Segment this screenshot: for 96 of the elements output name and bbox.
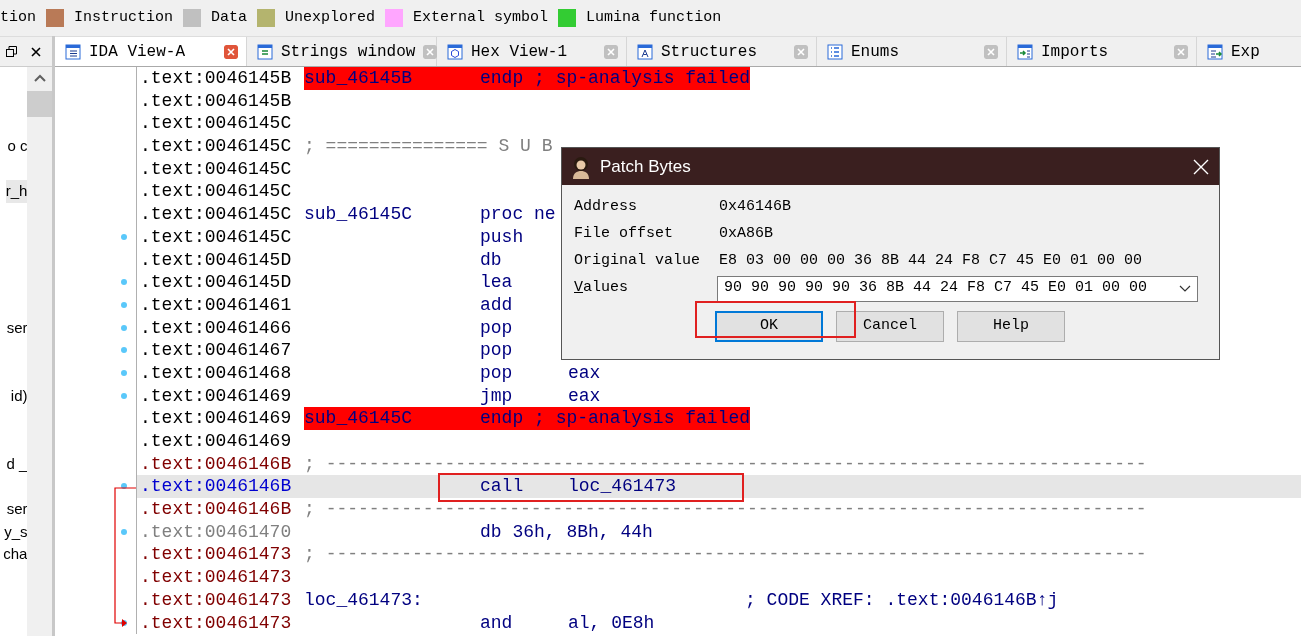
close-icon[interactable] bbox=[31, 46, 41, 57]
address: .text:0046145C bbox=[140, 225, 293, 249]
strings-icon bbox=[257, 44, 273, 60]
comment: ; CODE XREF: .text:0046146B↑j bbox=[745, 589, 1059, 610]
tab[interactable]: IDA View-A bbox=[55, 37, 247, 66]
mnemonic: pop bbox=[480, 316, 514, 340]
dropdown-caret-icon[interactable] bbox=[1179, 285, 1191, 292]
field-value: 0x46146B bbox=[719, 197, 791, 218]
field-label: File offset bbox=[574, 224, 675, 245]
field-value: 0xA86B bbox=[719, 224, 773, 245]
legend-label: Unexplored bbox=[285, 7, 376, 28]
comment: ; bbox=[304, 453, 315, 474]
function-name[interactable]: ser bbox=[6, 498, 28, 521]
function-name[interactable]: id) bbox=[10, 384, 28, 408]
mnemonic: db 36h, 8Bh, 44h bbox=[480, 520, 653, 544]
address: .text:0046145B bbox=[140, 67, 293, 90]
operand: eax bbox=[568, 385, 601, 406]
scrollbar-thumb[interactable] bbox=[27, 91, 52, 117]
address: .text:0046145C bbox=[140, 157, 293, 181]
dialog-button[interactable]: Help bbox=[957, 311, 1065, 342]
mnemonic: jmp bbox=[480, 384, 514, 408]
address: .text:00461473 bbox=[140, 588, 293, 612]
legend-label: Instruction bbox=[74, 7, 174, 28]
function-label: sub_46145B bbox=[304, 67, 414, 90]
comment: ; bbox=[304, 544, 315, 565]
address: .text:00461473 bbox=[140, 543, 293, 567]
comment: ; sp-analysis failed bbox=[534, 408, 751, 429]
address: .text:0046145C bbox=[140, 203, 293, 226]
address: .text:0046145B bbox=[140, 89, 293, 113]
mnemonic: push bbox=[480, 225, 525, 249]
mnemonic: pop bbox=[480, 339, 514, 362]
address: .text:0046145C bbox=[140, 112, 293, 136]
legend-label: Data bbox=[211, 7, 248, 28]
comment: ; =============== S U B bbox=[304, 136, 553, 157]
address: .text:00461467 bbox=[140, 339, 293, 362]
scroll-up-icon[interactable] bbox=[33, 74, 46, 82]
legend-label: tion bbox=[0, 7, 36, 28]
operand: eax bbox=[568, 362, 601, 383]
mnemonic: call bbox=[480, 475, 525, 499]
address: .text:00461468 bbox=[140, 361, 293, 385]
field-label: Values bbox=[574, 278, 630, 299]
code-label: sub_46145C bbox=[304, 203, 414, 226]
values-field[interactable]: 90 90 90 90 90 36 8B 44 24 F8 C7 45 E0 01 00 00 bbox=[717, 275, 1198, 302]
function-name[interactable]: o c bbox=[7, 135, 28, 158]
operand: al, 0E8h bbox=[568, 612, 655, 633]
structure-icon bbox=[637, 44, 653, 60]
code-label: loc_461473: bbox=[304, 588, 424, 612]
list-icon bbox=[827, 44, 843, 60]
field-value: E8 03 00 00 00 36 8B 44 24 F8 C7 45 E0 01 00 00 bbox=[719, 251, 1143, 272]
function-name[interactable]: ser bbox=[6, 316, 28, 340]
address: .text:0046145C bbox=[140, 135, 293, 158]
address: .text:00461461 bbox=[140, 293, 293, 317]
field-label: Original value bbox=[574, 251, 702, 272]
mnemonic: pop bbox=[480, 361, 514, 385]
legend-label: Lumina function bbox=[586, 7, 722, 28]
mnemonic: db bbox=[480, 248, 503, 272]
field-label: Address bbox=[574, 197, 638, 218]
separator-rule: ---------------------------------------------------------------------------- bbox=[325, 544, 1147, 565]
address: .text:00461469 bbox=[140, 407, 293, 430]
dialog-button[interactable]: Cancel bbox=[836, 311, 944, 342]
mnemonic: and bbox=[480, 611, 514, 635]
address: .text:00461469 bbox=[140, 430, 293, 453]
function-label: sub_46145C bbox=[304, 407, 414, 430]
address: .text:0046146B bbox=[140, 452, 293, 476]
function-name[interactable]: d _ bbox=[6, 452, 28, 476]
restore-icon[interactable] bbox=[6, 46, 17, 57]
dialog-button[interactable]: OK bbox=[715, 311, 823, 342]
mnemonic: lea bbox=[480, 271, 514, 294]
address: .text:00461466 bbox=[140, 316, 293, 340]
export-icon bbox=[1207, 44, 1223, 60]
function-name[interactable]: cha bbox=[3, 543, 28, 567]
address: .text:0046146B bbox=[140, 475, 293, 499]
separator-rule: ---------------------------------------------------------------------------- bbox=[325, 499, 1147, 520]
mnemonic: proc ne bbox=[480, 203, 557, 226]
mnemonic: endp bbox=[480, 408, 524, 429]
comment: ; bbox=[304, 499, 315, 520]
address: .text:00461469 bbox=[140, 384, 293, 408]
address: .text:0046145D bbox=[140, 271, 293, 294]
address: .text:00461473 bbox=[140, 611, 293, 635]
address: .text:0046145C bbox=[140, 180, 293, 204]
address: .text:00461473 bbox=[140, 566, 293, 589]
legend-label: External symbol bbox=[413, 7, 549, 28]
listing-icon bbox=[65, 44, 81, 60]
address: .text:00461470 bbox=[140, 520, 293, 544]
function-name[interactable]: r_h bbox=[5, 180, 28, 204]
separator-rule: ---------------------------------------------------------------------------- bbox=[325, 453, 1147, 474]
address: .text:0046146B bbox=[140, 498, 293, 521]
comment: ; sp-analysis failed bbox=[534, 68, 751, 88]
avatar-icon bbox=[570, 154, 592, 179]
mnemonic: add bbox=[480, 293, 514, 317]
dialog-title: Patch Bytes bbox=[600, 155, 691, 178]
address: .text:0046145D bbox=[140, 248, 293, 272]
function-name[interactable]: y_s bbox=[4, 520, 28, 544]
mnemonic: endp bbox=[480, 68, 524, 88]
import-icon bbox=[1017, 44, 1033, 60]
operand: loc_461473 bbox=[568, 476, 677, 497]
